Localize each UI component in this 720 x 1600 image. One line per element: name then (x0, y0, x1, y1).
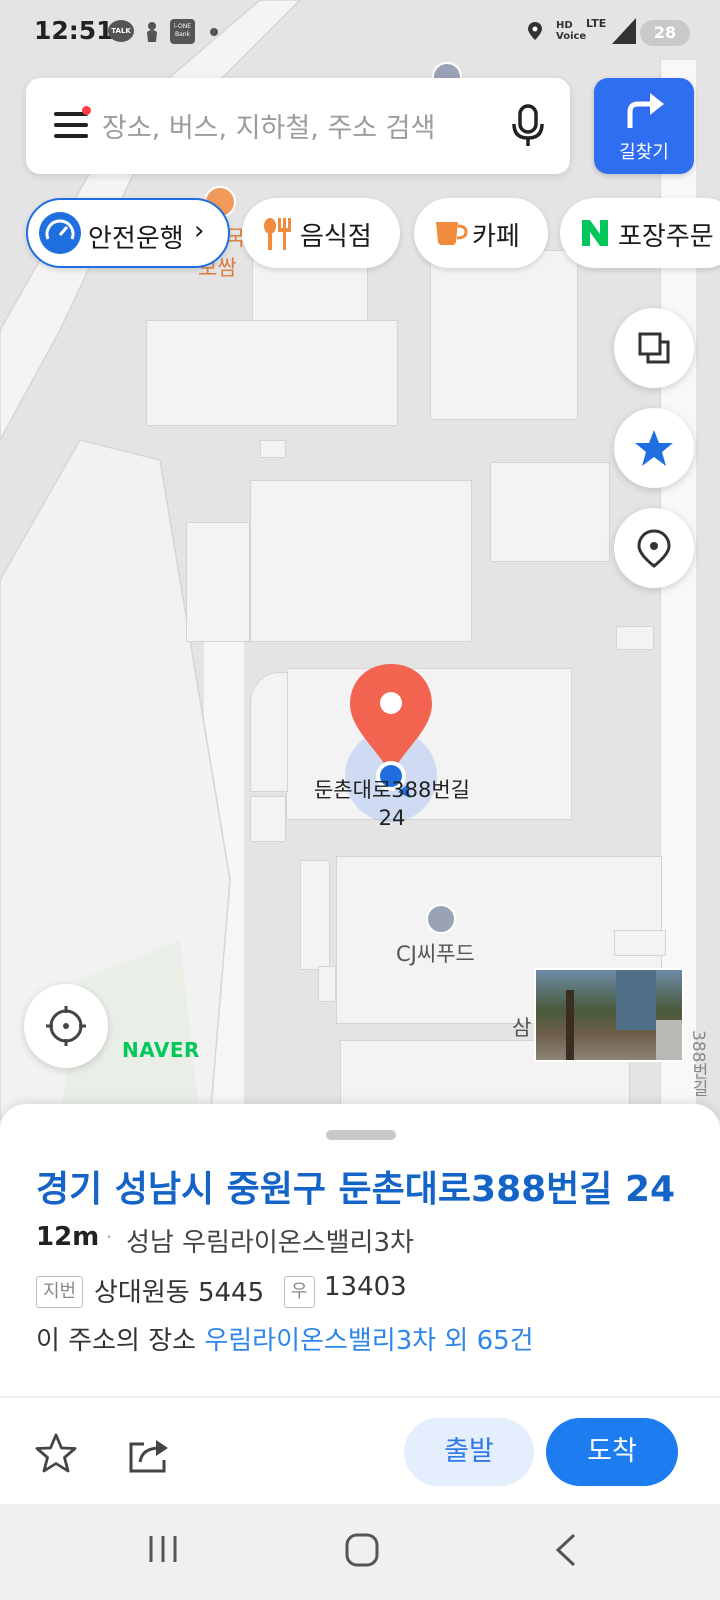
back-icon[interactable] (552, 1532, 582, 1568)
places-link[interactable]: 우림라이온스밸리3차 외 65건 (204, 1326, 533, 1356)
fork-knife-icon (264, 218, 291, 250)
distance-text: 12m (36, 1222, 100, 1252)
kakaotalk-icon: TALK (108, 20, 134, 42)
map-building (318, 966, 336, 1002)
chip-label: 카페 (472, 222, 520, 252)
pin-address-label: 둔촌대로388번길 24 (302, 776, 482, 832)
signal-icon (612, 18, 636, 44)
search-bar[interactable]: 장소, 버스, 지하철, 주소 검색 (26, 78, 570, 174)
place-marker-button[interactable] (614, 508, 694, 588)
chip-takeout-order[interactable]: 포장주문 (560, 198, 720, 268)
place-info-sheet[interactable]: 경기 성남시 중원구 둔촌대로388번길 24 12m · 성남 우림라이온스밸… (0, 1104, 720, 1504)
notification-icon (147, 22, 157, 42)
status-time: 12:51 (34, 16, 114, 45)
sheet-drag-handle[interactable] (326, 1130, 396, 1140)
microphone-icon[interactable] (510, 104, 546, 148)
chip-label: 포장주문 (618, 222, 714, 252)
turn-right-arrow-icon (627, 93, 664, 128)
road-label: 388번길 (688, 1030, 708, 1097)
set-destination-button[interactable]: 도착 (546, 1418, 678, 1486)
chip-cafe[interactable]: 카페 (414, 198, 548, 268)
poi-label-partial: 삼 (512, 1016, 532, 1040)
home-icon[interactable] (344, 1532, 380, 1568)
postal-tag: 우 (284, 1276, 315, 1308)
address-title: 경기 성남시 중원구 둔촌대로388번길 24 (36, 1169, 676, 1210)
map-building (490, 462, 610, 562)
pin-label-line2: 24 (378, 806, 406, 830)
bank-app-icon: i-ONE Bank (170, 19, 195, 44)
places-prefix: 이 주소의 장소 (36, 1326, 197, 1356)
lte-icon: LTE (586, 17, 607, 30)
layers-icon (638, 332, 670, 364)
map-building (430, 250, 578, 420)
map-building (146, 320, 398, 426)
current-location-button[interactable] (24, 984, 108, 1068)
company-poi-icon[interactable] (426, 904, 456, 934)
naver-logo: NAVER (122, 1038, 200, 1062)
speedometer-icon (39, 212, 81, 254)
new-badge-dot (82, 106, 91, 115)
separator-dot: · (106, 1225, 113, 1249)
pin-label-line1: 둔촌대로388번길 (313, 778, 470, 802)
chip-restaurant[interactable]: 음식점 (242, 198, 400, 268)
more-notifications-dot (210, 28, 218, 36)
favorites-button[interactable] (614, 408, 694, 488)
map-building (300, 860, 330, 970)
hd-voice-icon: HD Voice (556, 20, 587, 42)
chevron-right-icon: › (194, 216, 205, 246)
location-icon (528, 22, 542, 40)
recent-apps-icon[interactable] (146, 1532, 180, 1566)
street-view-thumbnail[interactable] (534, 968, 684, 1062)
map-building (614, 930, 666, 956)
building-name: 성남 우림라이온스밸리3차 (126, 1228, 414, 1258)
coffee-cup-icon (436, 222, 468, 245)
chip-safe-driving[interactable]: 안전운행 › (26, 198, 230, 268)
crosshair-icon (46, 1006, 86, 1046)
street-view-wall (656, 1020, 682, 1060)
poi-label-cj[interactable]: CJ씨푸드 (396, 938, 475, 968)
menu-icon[interactable] (54, 106, 91, 140)
system-navigation-bar (0, 1504, 720, 1600)
jibun-tag: 지번 (36, 1276, 84, 1308)
star-icon (635, 430, 673, 466)
street-view-tree (566, 990, 574, 1060)
map-building (250, 480, 472, 642)
search-placeholder[interactable]: 장소, 버스, 지하철, 주소 검색 (102, 106, 435, 145)
map-building (260, 440, 286, 458)
street-view-building (616, 970, 656, 1030)
status-bar: 12:51 TALK i-ONE Bank HD Voice LTE 28 (0, 0, 720, 64)
directions-button[interactable]: 길찾기 (594, 78, 694, 174)
directions-label: 길찾기 (619, 142, 669, 163)
sheet-divider (0, 1396, 720, 1398)
battery-indicator: 28 (640, 20, 690, 46)
map-building (250, 672, 288, 792)
postal-value: 13403 (324, 1272, 407, 1302)
share-icon[interactable] (128, 1434, 170, 1474)
chip-label: 안전운행 (88, 224, 184, 254)
naver-n-icon (582, 220, 608, 246)
map-pin-icon (637, 529, 671, 568)
layers-button[interactable] (614, 308, 694, 388)
map-building (186, 522, 250, 642)
map-building (616, 626, 654, 650)
save-star-icon[interactable] (34, 1432, 78, 1476)
places-at-address: 이 주소의 장소 우림라이온스밸리3차 외 65건 (36, 1320, 534, 1357)
set-departure-button[interactable]: 출발 (404, 1418, 534, 1486)
map-building (250, 796, 286, 842)
jibun-value: 상대원동 5445 (94, 1278, 265, 1308)
chip-label: 음식점 (300, 222, 372, 252)
